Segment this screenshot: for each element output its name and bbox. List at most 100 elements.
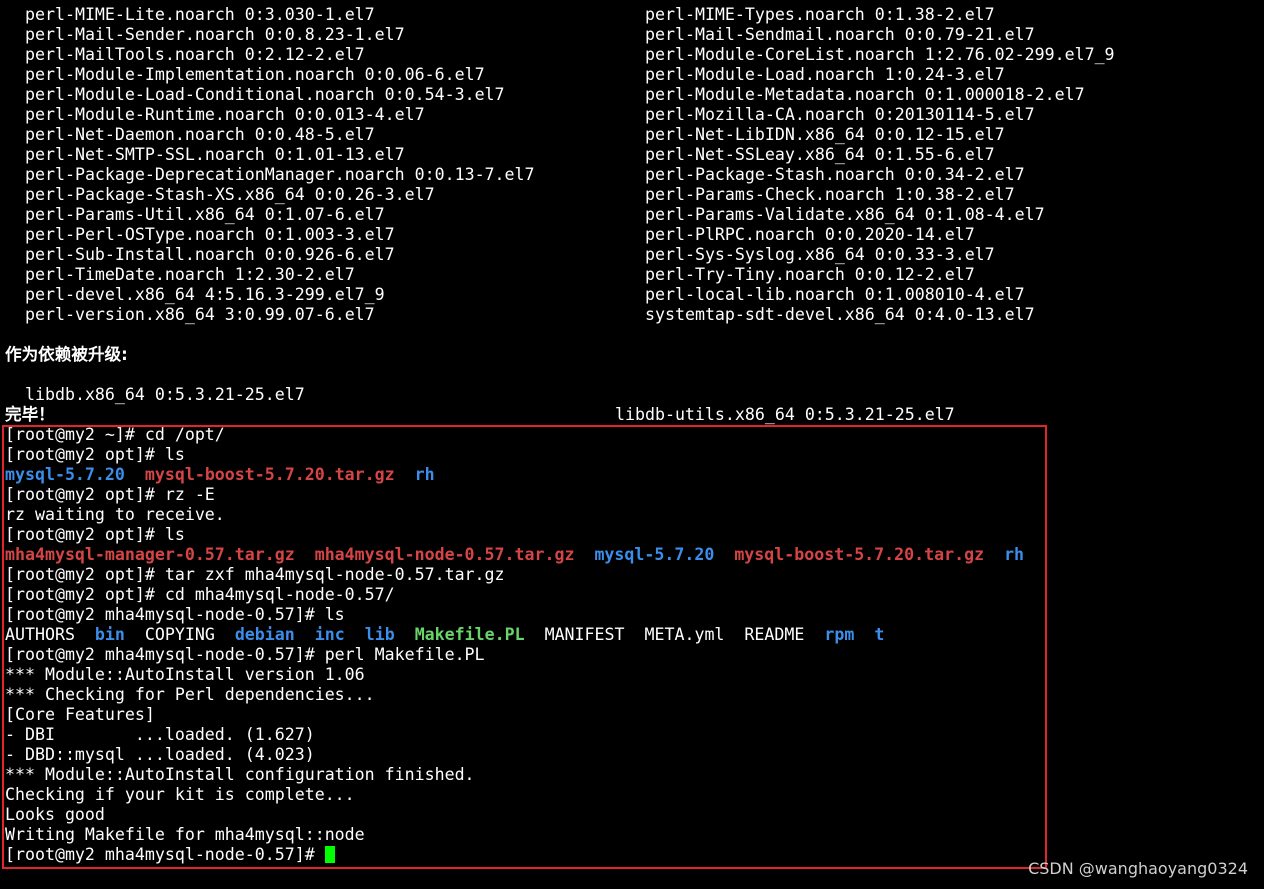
archive-file-name: mha4mysql-manager-0.57.tar.gz — [5, 545, 295, 564]
package-entry: perl-Module-Load.noarch 1:0.24-3.el7 — [645, 65, 1005, 84]
package-entry: perl-Params-Validate.x86_64 0:1.08-4.el7 — [645, 205, 1045, 224]
package-entry: perl-Net-SSLeay.x86_64 0:1.55-6.el7 — [645, 145, 995, 164]
package-entry: perl-Params-Util.x86_64 0:1.07-6.el7 — [25, 205, 385, 224]
terminal-line: - DBD::mysql ...loaded. (4.023) — [5, 745, 315, 765]
terminal-line: [root@my2 opt]# tar zxf mha4mysql-node-0… — [5, 565, 505, 585]
archive-file-name: mha4mysql-node-0.57.tar.gz — [314, 545, 575, 564]
package-entry: perl-TimeDate.noarch 1:2.30-2.el7 — [25, 265, 355, 284]
dependency-header: 作为依赖被升级: — [5, 345, 128, 365]
done-line: 完毕！ — [5, 405, 55, 425]
directory-name: t — [874, 625, 885, 644]
output-text: AUTHORS — [5, 625, 75, 644]
directory-name: mysql-5.7.20 — [594, 545, 715, 564]
terminal-line: [root@my2 ~]# cd /opt/ — [5, 425, 225, 445]
output-text: Writing Makefile for mha4mysql::node — [5, 825, 365, 844]
output-text: - DBD::mysql ...loaded. (4.023) — [5, 745, 315, 764]
package-entry: perl-Net-SMTP-SSL.noarch 0:1.01-13.el7 — [25, 145, 405, 164]
directory-name: rpm — [824, 625, 855, 644]
terminal-line: *** Module::AutoInstall version 1.06 — [5, 665, 365, 685]
package-entry: perl-Mozilla-CA.noarch 0:20130114-5.el7 — [645, 105, 1035, 124]
dependency-row: libdb.x86_64 0:5.3.21-25.el7 libdb-utils… — [5, 365, 955, 424]
terminal-line: [root@my2 opt]# cd mha4mysql-node-0.57/ — [5, 585, 395, 605]
terminal-line: *** Module::AutoInstall configuration fi… — [5, 765, 475, 785]
output-text: rz waiting to receive. — [5, 505, 225, 524]
output-text: [root@my2 opt]# ls — [5, 445, 185, 464]
output-text: [root@my2 mha4mysql-node-0.57]# perl Mak… — [5, 645, 485, 664]
package-entry: perl-Module-Load-Conditional.noarch 0:0.… — [25, 85, 505, 104]
terminal-window[interactable]: perl-MIME-Lite.noarch 0:3.030-1.el7 perl-… — [0, 0, 1264, 889]
output-text: Looks good — [5, 805, 105, 824]
terminal-line: Checking if your kit is complete... — [5, 785, 355, 805]
dependency-header-text: 作为依赖被升级: — [5, 345, 128, 364]
terminal-cursor — [325, 846, 335, 863]
package-entry: perl-Try-Tiny.noarch 0:0.12-2.el7 — [645, 265, 975, 284]
output-text: [root@my2 opt]# cd mha4mysql-node-0.57/ — [5, 585, 395, 604]
terminal-line: [root@my2 mha4mysql-node-0.57]# ls — [5, 605, 345, 625]
output-text: *** Module::AutoInstall version 1.06 — [5, 665, 365, 684]
package-entry: perl-version.x86_64 3:0.99.07-6.el7 — [25, 305, 375, 324]
package-entry: perl-Package-DeprecationManager.noarch 0… — [25, 165, 535, 184]
directory-name: bin — [94, 625, 125, 644]
output-text: [root@my2 ~]# cd /opt/ — [5, 425, 225, 444]
package-entry: perl-Package-Stash-XS.x86_64 0:0.26-3.el… — [25, 185, 435, 204]
package-entry: perl-local-lib.noarch 0:1.008010-4.el7 — [645, 285, 1025, 304]
directory-name: rh — [414, 465, 435, 484]
terminal-line: rz waiting to receive. — [5, 505, 225, 525]
terminal-line: mysql-5.7.20 mysql-boost-5.7.20.tar.gz r… — [5, 465, 435, 485]
package-entry: perl-Module-Metadata.noarch 0:1.000018-2… — [645, 85, 1085, 104]
watermark: CSDN @wanghaoyang0324 — [1028, 859, 1248, 878]
dependency-package: libdb-utils.x86_64 0:5.3.21-25.el7 — [615, 405, 955, 424]
terminal-line: - DBI ...loaded. (1.627) — [5, 725, 315, 745]
package-entry: perl-MailTools.noarch 0:2.12-2.el7 — [25, 45, 365, 64]
terminal-line: mha4mysql-manager-0.57.tar.gz mha4mysql-… — [5, 545, 1024, 565]
archive-file-name: mysql-boost-5.7.20.tar.gz — [144, 465, 395, 484]
package-entry: perl-PlRPC.noarch 0:0.2020-14.el7 — [645, 225, 975, 244]
package-entry: perl-Mail-Sender.noarch 0:0.8.23-1.el7 — [25, 25, 405, 44]
dependency-package: libdb.x86_64 0:5.3.21-25.el7 — [25, 385, 305, 404]
package-entry: perl-Sub-Install.noarch 0:0.926-6.el7 — [25, 245, 395, 264]
directory-name: rh — [1004, 545, 1025, 564]
output-text: [root@my2 mha4mysql-node-0.57]# ls — [5, 605, 345, 624]
directory-name: debian — [234, 625, 295, 644]
package-entry: perl-Perl-OSType.noarch 0:1.003-3.el7 — [25, 225, 395, 244]
package-entry: perl-Net-Daemon.noarch 0:0.48-5.el7 — [25, 125, 375, 144]
package-entry: perl-Module-CoreList.noarch 1:2.76.02-29… — [645, 45, 1115, 64]
output-text: *** Module::AutoInstall configuration fi… — [5, 765, 475, 784]
package-entry: perl-Package-Stash.noarch 0:0.34-2.el7 — [645, 165, 1025, 184]
done-text: 完毕！ — [5, 405, 55, 424]
output-text: COPYING — [144, 625, 215, 644]
terminal-line: *** Checking for Perl dependencies... — [5, 685, 375, 705]
package-entry: perl-Module-Implementation.noarch 0:0.06… — [25, 65, 485, 84]
output-text: Checking if your kit is complete... — [5, 785, 355, 804]
terminal-line: [root@my2 opt]# rz -E — [5, 485, 215, 505]
package-entry: perl-MIME-Types.noarch 0:1.38-2.el7 — [645, 5, 995, 24]
package-entry: perl-devel.x86_64 4:5.16.3-299.el7_9 — [25, 285, 385, 304]
directory-name: inc — [314, 625, 345, 644]
package-entry: perl-Sys-Syslog.x86_64 0:0.33-3.el7 — [645, 245, 995, 264]
terminal-line: [root@my2 mha4mysql-node-0.57]# — [5, 845, 325, 865]
terminal-line: [Core Features] — [5, 705, 155, 725]
package-entry: perl-Params-Check.noarch 1:0.38-2.el7 — [645, 185, 1015, 204]
package-entry: perl-Mail-Sendmail.noarch 0:0.79-21.el7 — [645, 25, 1035, 44]
output-text: - DBI ...loaded. (1.627) — [5, 725, 315, 744]
package-entry: perl-Module-Runtime.noarch 0:0.013-4.el7 — [25, 105, 425, 124]
output-text: [root@my2 opt]# rz -E — [5, 485, 215, 504]
terminal-line: Writing Makefile for mha4mysql::node — [5, 825, 365, 845]
output-text: MANIFEST — [544, 625, 625, 644]
output-text: [root@my2 mha4mysql-node-0.57]# — [5, 845, 325, 864]
